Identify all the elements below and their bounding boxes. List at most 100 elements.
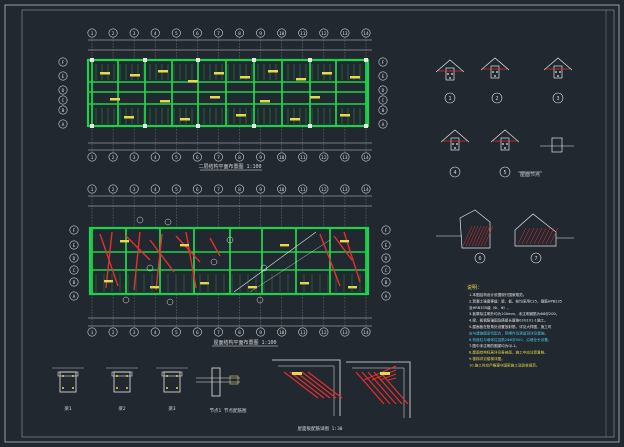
plan1-title: 二层结构平面布置图 1:100 <box>198 163 261 170</box>
p2-axis-left-E-label: E <box>73 243 76 249</box>
p1-axis-left-C-label: C <box>62 98 65 104</box>
section-6: 6 <box>436 209 494 264</box>
roof-slab-caption: 屋面板配筋详图 1:30 <box>297 425 342 432</box>
p2-axis-top-3-label: 3 <box>133 187 136 193</box>
p2-axis-right-F: F <box>381 225 391 235</box>
beam-detail-1: 梁1 <box>52 367 84 412</box>
p1-axis-bottom-6-label: 6 <box>196 155 199 161</box>
p1-axis-bottom-4-label: 4 <box>154 155 157 161</box>
p2-axis-top-5-label: 5 <box>175 187 178 193</box>
p1-axis-bottom-9: 9 <box>256 152 266 162</box>
p2-axis-top-13-label: 13 <box>342 187 348 193</box>
p1-axis-bottom-13-label: 13 <box>342 155 348 161</box>
detail-1-number: 1 <box>448 96 451 102</box>
p2-axis-right-A-label: A <box>385 294 388 300</box>
p1-axis-left-F: F <box>58 57 68 67</box>
p2-axis-bottom-13-label: 13 <box>342 330 348 336</box>
p1-axis-right-C: C <box>378 95 388 105</box>
plan2-title: 屋面结构平面布置图 1:100 <box>213 339 276 346</box>
notes-line-4: 3.板厚除注明外均为100mm，未注明钢筋为Φ8@200。 <box>469 311 559 316</box>
notes-line-9: 7.图中未注明的圈梁均为QL1。 <box>469 343 519 348</box>
p1-axis-bottom-11: 11 <box>298 152 308 162</box>
p2-axis-top-3: 3 <box>129 184 139 194</box>
p2-axis-top-7: 7 <box>213 184 223 194</box>
p1-axis-bottom-11-label: 11 <box>300 155 306 161</box>
p2-axis-left-E: E <box>69 240 79 250</box>
p1-axis-right-D: D <box>378 85 388 95</box>
p2-axis-bottom-5: 5 <box>171 327 181 337</box>
p1-axis-right-E-label: E <box>382 74 385 80</box>
p2-axis-top-9-label: 9 <box>259 187 262 193</box>
p1-axis-top-8-label: 8 <box>238 31 241 37</box>
p1-axis-left-B-label: B <box>62 108 65 114</box>
p2-axis-top-12: 12 <box>319 184 329 194</box>
p2-axis-left-F: F <box>69 225 79 235</box>
corner-detail-a <box>272 359 343 416</box>
p1-axis-bottom-7-label: 7 <box>217 155 220 161</box>
p2-axis-top-5: 5 <box>171 184 181 194</box>
section-6-number: 6 <box>478 256 481 262</box>
p2-axis-top-8: 8 <box>235 184 245 194</box>
notes-line-2: 2.混凝土强度等级：梁、板、柱均采用C25，钢筋HPB235 <box>469 298 562 303</box>
design-notes: 说明： 1.本图结构设计依据现行国家规范。2.混凝土强度等级：梁、板、柱均采用C… <box>467 284 562 367</box>
p1-axis-bottom-14: 14 <box>361 152 371 162</box>
p2-axis-top-13: 13 <box>340 184 350 194</box>
p1-axis-bottom-1-label: 1 <box>91 155 94 161</box>
detail-5: 5 <box>490 129 520 178</box>
p1-axis-left-E: E <box>58 71 68 81</box>
p1-axis-top-3: 3 <box>129 28 139 38</box>
p1-axis-right-F-label: F <box>382 60 385 66</box>
p1-axis-bottom-5-label: 5 <box>175 155 178 161</box>
p2-axis-top-6-label: 6 <box>196 187 199 193</box>
detail-4: 4 <box>440 129 470 178</box>
p2-axis-bottom-2: 2 <box>108 327 118 337</box>
p1-axis-top-5: 5 <box>171 28 181 38</box>
p2-axis-bottom-10-label: 10 <box>279 330 285 336</box>
p1-axis-top-2-label: 2 <box>112 31 115 37</box>
p2-axis-top-11-label: 11 <box>300 187 306 193</box>
p2-axis-bottom-9: 9 <box>256 327 266 337</box>
p1-axis-top-6-label: 6 <box>196 31 199 37</box>
p2-axis-top-12-label: 12 <box>321 187 327 193</box>
p1-axis-left-D: D <box>58 85 68 95</box>
p2-axis-right-F-label: F <box>385 228 388 234</box>
p2-axis-top-14-label: 14 <box>363 187 369 193</box>
beam-detail-3: 梁3 <box>156 367 188 412</box>
p1-axis-top-13: 13 <box>340 28 350 38</box>
p1-axis-top-6: 6 <box>192 28 202 38</box>
p1-axis-left-A-label: A <box>62 122 65 128</box>
notes-line-3: 及HRB335级（Φ、Φ）。 <box>469 305 511 310</box>
p2-axis-left-A: A <box>69 291 79 301</box>
p1-axis-top-1-label: 1 <box>91 31 94 37</box>
p1-axis-top-8: 8 <box>235 28 245 38</box>
notes-line-7: 应与建施图密切配合，预埋件及预留洞详见建施。 <box>469 330 548 335</box>
section-7: 7 <box>514 213 574 264</box>
p1-axis-top-10: 10 <box>277 28 287 38</box>
p1-axis-top-7: 7 <box>213 28 223 38</box>
p1-axis-right-A-label: A <box>382 122 385 128</box>
p1-axis-top-2: 2 <box>108 28 118 38</box>
p1-axis-top-12-label: 12 <box>321 31 327 37</box>
notes-line-5: 4.梁、板钢筋锚固及搭接长度按03G101-1施工。 <box>469 318 548 323</box>
notes-line-12: 10.施工时应严格遵守国家施工及验收规范。 <box>469 362 539 367</box>
p2-axis-bottom-9-label: 9 <box>259 330 262 336</box>
p1-axis-bottom-2-label: 2 <box>112 155 115 161</box>
beam-detail-2: 梁2 <box>106 367 138 412</box>
p2-axis-top-10-label: 10 <box>279 187 285 193</box>
p2-axis-bottom-6-label: 6 <box>196 330 199 336</box>
p1-axis-bottom-3-label: 3 <box>133 155 136 161</box>
corner-detail-b <box>346 361 411 418</box>
section-7-number: 7 <box>534 256 537 262</box>
p2-axis-bottom-2-label: 2 <box>112 330 115 336</box>
p1-axis-bottom-10: 10 <box>277 152 287 162</box>
p1-axis-bottom-10-label: 10 <box>279 155 285 161</box>
p1-axis-top-12: 12 <box>319 28 329 38</box>
p1-axis-top-7-label: 7 <box>217 31 220 37</box>
p2-axis-bottom-12: 12 <box>319 327 329 337</box>
p1-axis-top-3-label: 3 <box>133 31 136 37</box>
p1-axis-top-13-label: 13 <box>342 31 348 37</box>
node-1-caption: 节点1 节点配筋图 <box>210 407 247 414</box>
p2-axis-top-7-label: 7 <box>217 187 220 193</box>
cad-drawing-canvas[interactable]: 1 2 3 4 5 6 7 8 9 10 11 12 13 14 1 2 3 4 5 6 7 8 9 10 11 12 13 14 … <box>0 0 624 447</box>
p1-axis-right-D-label: D <box>382 88 385 94</box>
